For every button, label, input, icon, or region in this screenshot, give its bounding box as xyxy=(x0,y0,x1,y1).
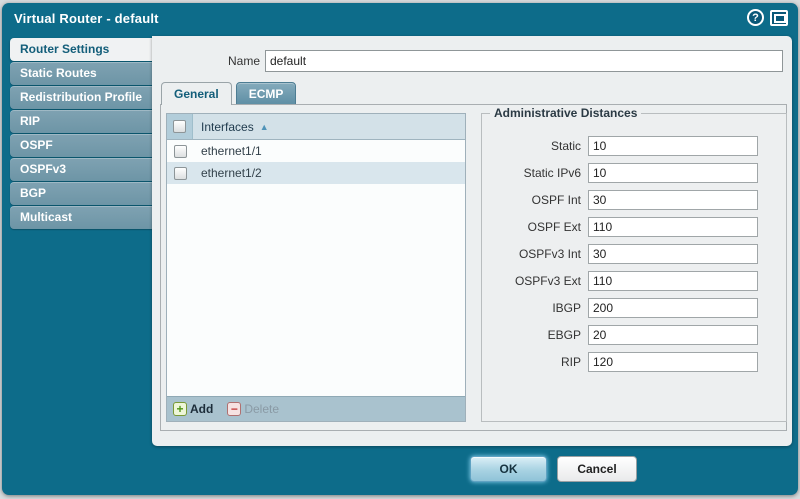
field-row-ospf-int: OSPF Int xyxy=(482,190,786,210)
interface-name: ethernet1/1 xyxy=(193,144,465,158)
row-checkbox[interactable] xyxy=(174,145,187,158)
field-row-ospfv3-int: OSPFv3 Int xyxy=(482,244,786,264)
field-row-ospf-ext: OSPF Ext xyxy=(482,217,786,237)
sidebar-item-multicast[interactable]: Multicast xyxy=(10,206,152,229)
interfaces-column-label: Interfaces xyxy=(201,120,254,134)
table-empty-area xyxy=(167,184,465,396)
ibgp-label: IBGP xyxy=(482,301,588,315)
rip-label: RIP xyxy=(482,355,588,369)
table-footer: + Add − Delete xyxy=(167,396,465,421)
field-row-static-ipv6: Static IPv6 xyxy=(482,163,786,183)
interfaces-table: Interfaces ▲ ethernet1/1 ethernet1/2 + xyxy=(166,113,466,422)
field-row-ebgp: EBGP xyxy=(482,325,786,345)
add-button[interactable]: + Add xyxy=(173,402,213,416)
row-checkbox[interactable] xyxy=(174,167,187,180)
ibgp-field[interactable] xyxy=(588,298,758,318)
dialog-title: Virtual Router - default xyxy=(14,11,159,26)
ospfv3-int-label: OSPFv3 Int xyxy=(482,247,588,261)
administrative-distances-legend: Administrative Distances xyxy=(490,106,641,120)
interfaces-column-header[interactable]: Interfaces ▲ xyxy=(193,114,465,139)
rip-field[interactable] xyxy=(588,352,758,372)
field-row-ospfv3-ext: OSPFv3 Ext xyxy=(482,271,786,291)
ok-button[interactable]: OK xyxy=(470,456,547,482)
virtual-router-dialog: Virtual Router - default ? Router Settin… xyxy=(2,3,798,495)
static-ipv6-field[interactable] xyxy=(588,163,758,183)
table-row[interactable]: ethernet1/2 xyxy=(167,162,465,184)
sidebar: Router Settings Static Routes Redistribu… xyxy=(10,38,152,230)
interface-name: ethernet1/2 xyxy=(193,166,465,180)
ospfv3-ext-label: OSPFv3 Ext xyxy=(482,274,588,288)
tab-strip: General ECMP xyxy=(161,82,296,105)
cancel-button[interactable]: Cancel xyxy=(557,456,637,482)
add-icon: + xyxy=(173,402,187,416)
sidebar-item-redistribution-profile[interactable]: Redistribution Profile xyxy=(10,86,152,109)
sidebar-item-bgp[interactable]: BGP xyxy=(10,182,152,205)
interfaces-table-header: Interfaces ▲ xyxy=(167,114,465,140)
ospf-int-field[interactable] xyxy=(588,190,758,210)
sidebar-item-rip[interactable]: RIP xyxy=(10,110,152,133)
static-label: Static xyxy=(482,139,588,153)
static-field[interactable] xyxy=(588,136,758,156)
ebgp-label: EBGP xyxy=(482,328,588,342)
tab-ecmp[interactable]: ECMP xyxy=(236,82,297,105)
general-tab-content: Interfaces ▲ ethernet1/1 ethernet1/2 + xyxy=(160,104,787,431)
ospfv3-int-field[interactable] xyxy=(588,244,758,264)
ospf-ext-field[interactable] xyxy=(588,217,758,237)
sidebar-item-router-settings[interactable]: Router Settings xyxy=(10,38,154,61)
field-row-static: Static xyxy=(482,136,786,156)
dialog-titlebar: Virtual Router - default ? xyxy=(2,3,798,33)
sidebar-item-ospfv3[interactable]: OSPFv3 xyxy=(10,158,152,181)
administrative-distances-panel: Administrative Distances Static Static I… xyxy=(481,113,787,422)
window-icon[interactable] xyxy=(770,10,788,26)
header-checkbox-cell xyxy=(167,114,193,139)
delete-button[interactable]: − Delete xyxy=(227,402,279,416)
ospfv3-ext-field[interactable] xyxy=(588,271,758,291)
select-all-checkbox[interactable] xyxy=(173,120,186,133)
sort-asc-icon: ▲ xyxy=(260,122,269,132)
content-panel: Name General ECMP Interfaces ▲ xyxy=(152,36,792,446)
name-row: Name xyxy=(152,50,792,72)
tab-general[interactable]: General xyxy=(161,82,232,105)
field-row-rip: RIP xyxy=(482,352,786,372)
table-row[interactable]: ethernet1/1 xyxy=(167,140,465,162)
delete-button-label: Delete xyxy=(244,402,279,416)
ospf-int-label: OSPF Int xyxy=(482,193,588,207)
static-ipv6-label: Static IPv6 xyxy=(482,166,588,180)
delete-icon: − xyxy=(227,402,241,416)
sidebar-item-static-routes[interactable]: Static Routes xyxy=(10,62,152,85)
help-icon[interactable]: ? xyxy=(747,9,764,26)
sidebar-item-ospf[interactable]: OSPF xyxy=(10,134,152,157)
ospf-ext-label: OSPF Ext xyxy=(482,220,588,234)
ebgp-field[interactable] xyxy=(588,325,758,345)
field-row-ibgp: IBGP xyxy=(482,298,786,318)
name-label: Name xyxy=(212,54,260,68)
add-button-label: Add xyxy=(190,402,213,416)
name-input[interactable] xyxy=(265,50,783,72)
